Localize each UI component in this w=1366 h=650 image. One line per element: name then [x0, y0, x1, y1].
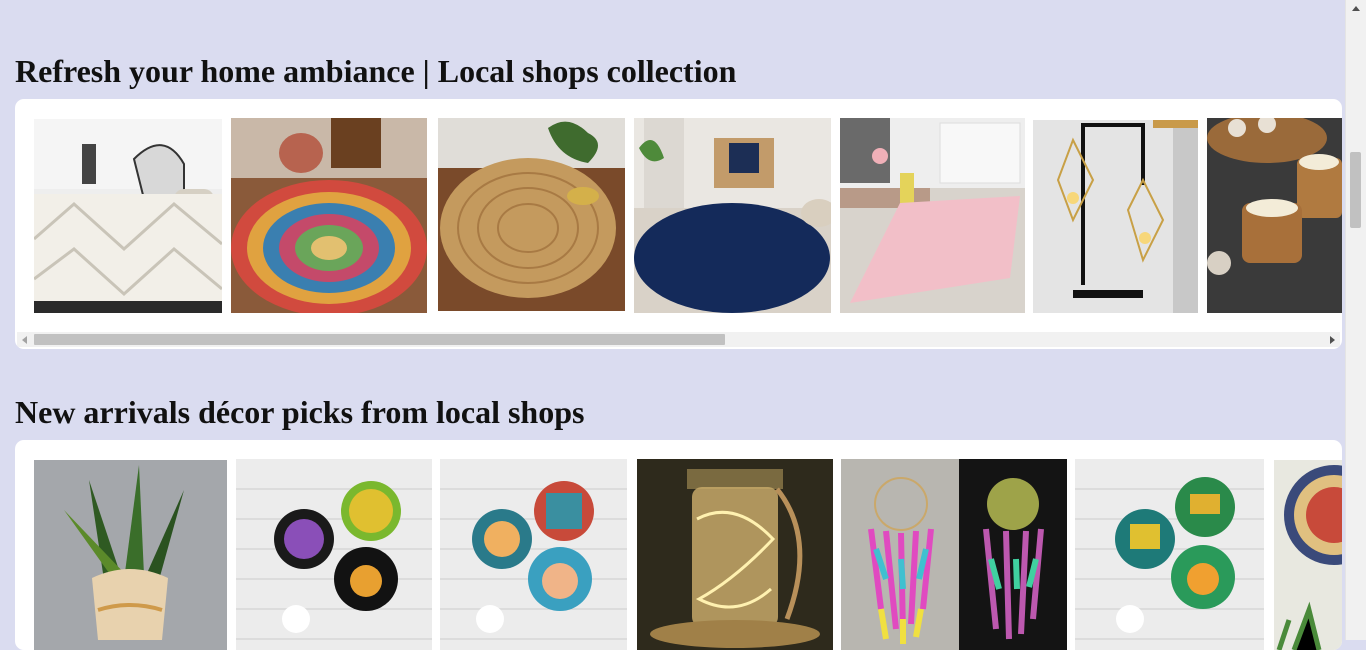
product-image[interactable]	[236, 459, 432, 650]
product-image[interactable]	[840, 118, 1025, 313]
horizontal-scrollbar[interactable]	[17, 332, 1340, 347]
product-image[interactable]	[634, 118, 831, 313]
section-title-new-arrivals: New arrivals décor picks from local shop…	[15, 394, 585, 430]
product-carousel-new-arrivals	[15, 440, 1342, 650]
triangle-right-icon[interactable]	[1325, 332, 1340, 347]
product-image[interactable]	[1033, 120, 1198, 313]
product-image[interactable]	[440, 459, 627, 650]
product-image[interactable]	[637, 459, 833, 650]
product-image[interactable]	[1207, 118, 1342, 313]
page: Refresh your home ambiance | Local shops…	[0, 0, 1346, 650]
product-strip	[15, 440, 1342, 650]
product-image[interactable]	[438, 118, 625, 311]
product-image[interactable]	[1075, 459, 1264, 650]
product-image[interactable]	[231, 118, 427, 313]
product-image[interactable]	[34, 119, 222, 313]
product-image[interactable]	[1274, 460, 1342, 650]
product-strip	[15, 99, 1342, 319]
vertical-scrollbar[interactable]	[1345, 0, 1366, 640]
product-carousel-home-ambiance	[15, 99, 1342, 349]
section-title-home-ambiance: Refresh your home ambiance | Local shops…	[15, 53, 737, 89]
scrollbar-thumb[interactable]	[1350, 152, 1361, 228]
scrollbar-thumb[interactable]	[34, 334, 725, 345]
triangle-up-icon[interactable]	[1346, 0, 1366, 17]
triangle-left-icon[interactable]	[17, 332, 32, 347]
product-image[interactable]	[841, 459, 1067, 650]
product-image[interactable]	[34, 460, 227, 650]
